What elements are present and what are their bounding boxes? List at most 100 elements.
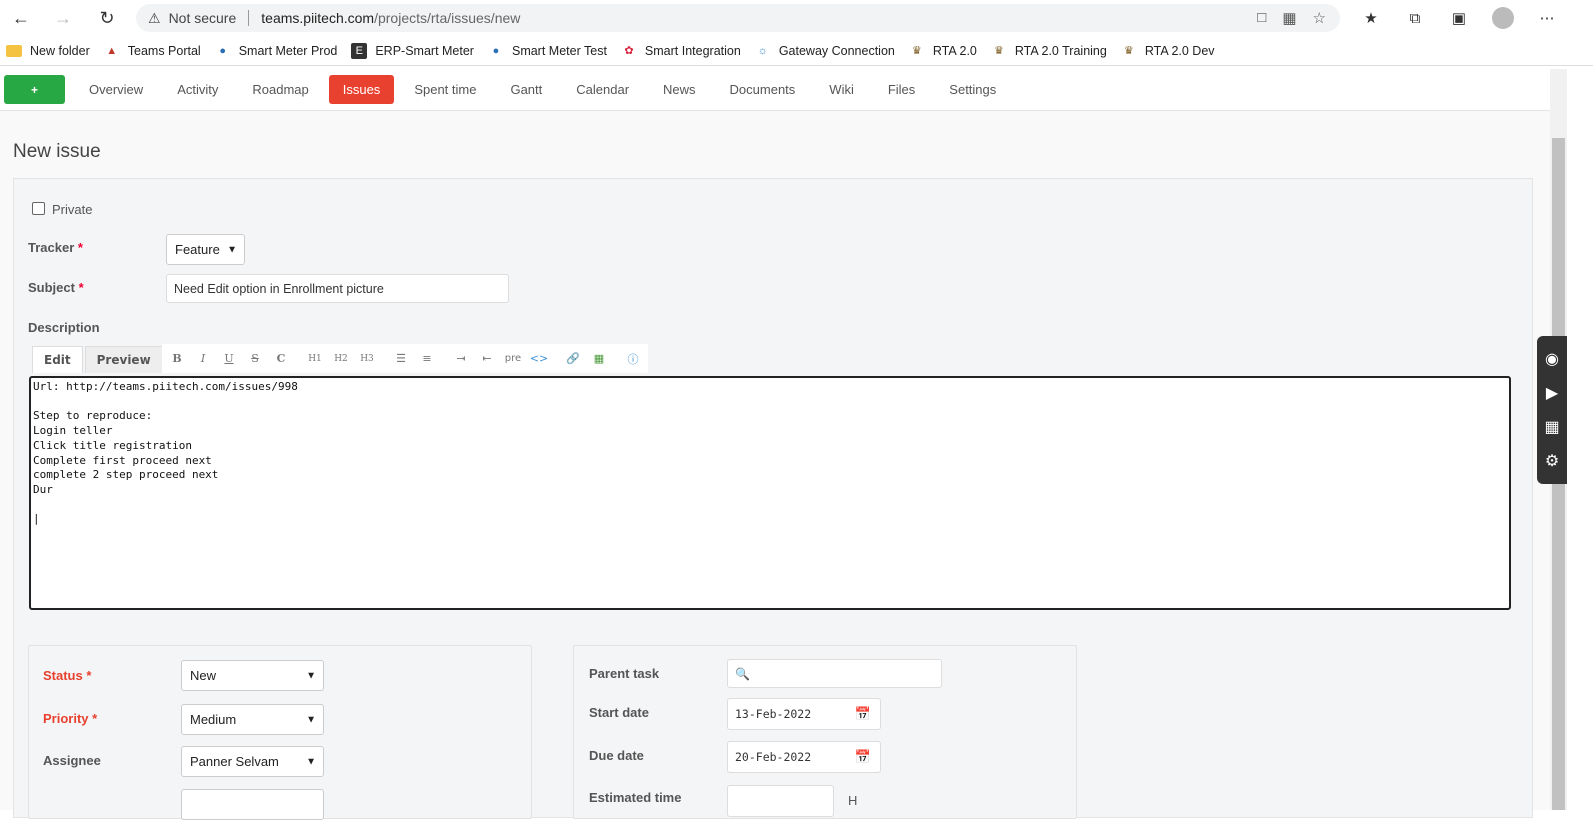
link-icon[interactable]: 🔗 bbox=[562, 348, 584, 370]
tracker-label: Tracker * bbox=[28, 240, 83, 255]
tab-activity[interactable]: Activity bbox=[163, 75, 232, 104]
private-label: Private bbox=[52, 202, 93, 217]
browser-address-bar: ← → ↻ ⚠ Not secure teams.piitech.com/pro… bbox=[0, 0, 1593, 36]
bold-icon[interactable]: B bbox=[166, 348, 188, 370]
status-select[interactable]: New ▼ bbox=[181, 660, 324, 691]
bookmark-rta-2-dev[interactable]: ♛ RTA 2.0 Dev bbox=[1121, 43, 1215, 59]
image-icon[interactable]: ▦ bbox=[588, 348, 610, 370]
start-date-label: Start date bbox=[589, 705, 649, 720]
start-date-input[interactable]: 13-Feb-2022 📅 bbox=[727, 698, 881, 730]
heading2-icon[interactable]: H2 bbox=[330, 348, 352, 370]
reload-icon[interactable]: ↻ bbox=[90, 3, 124, 33]
indent-icon[interactable]: ⇥ bbox=[450, 348, 472, 370]
tab-settings[interactable]: Settings bbox=[935, 75, 1010, 104]
chevron-down-icon: ▼ bbox=[227, 244, 237, 255]
bookmark-label: Smart Integration bbox=[644, 43, 741, 58]
heading3-icon[interactable]: H3 bbox=[356, 348, 378, 370]
code-block-icon[interactable]: <> bbox=[528, 348, 550, 370]
project-menu: + Overview Activity Roadmap Issues Spent… bbox=[0, 69, 1567, 111]
required-mark: * bbox=[78, 280, 84, 295]
numbered-list-icon[interactable]: ≡ bbox=[416, 348, 438, 370]
bookmark-label: RTA 2.0 bbox=[932, 43, 977, 58]
description-textarea[interactable]: Url: http://teams.piitech.com/issues/998… bbox=[29, 376, 1511, 610]
new-object-button[interactable]: + bbox=[4, 75, 65, 104]
bookmark-new-folder[interactable]: New folder bbox=[6, 44, 90, 58]
status-label: Status * bbox=[43, 668, 92, 683]
subject-input[interactable]: Need Edit option in Enrollment picture bbox=[166, 274, 509, 303]
tab-files[interactable]: Files bbox=[874, 75, 929, 104]
device-icon[interactable]: □ bbox=[1257, 9, 1266, 27]
screenshot-icon[interactable]: ▣ bbox=[1442, 4, 1476, 32]
help-icon[interactable]: ⓘ bbox=[622, 348, 644, 370]
underline-icon[interactable]: U bbox=[218, 348, 240, 370]
favorites-icon[interactable]: ★ bbox=[1354, 4, 1388, 32]
tab-edit[interactable]: Edit bbox=[32, 346, 83, 373]
url-field[interactable]: ⚠ Not secure teams.piitech.com/projects/… bbox=[136, 4, 1340, 32]
bulleted-list-icon[interactable]: ☰ bbox=[390, 348, 412, 370]
bookmark-erp-smart-meter[interactable]: E ERP-Smart Meter bbox=[351, 42, 474, 59]
estimated-time-label: Estimated time bbox=[589, 790, 682, 805]
tab-news[interactable]: News bbox=[649, 75, 710, 104]
collections-icon[interactable]: ⧉ bbox=[1398, 4, 1432, 32]
bookmark-smart-integration[interactable]: ✿ Smart Integration bbox=[621, 43, 741, 59]
add-favorite-icon[interactable]: ☆ bbox=[1313, 9, 1326, 27]
parent-task-label: Parent task bbox=[589, 666, 660, 681]
priority-select[interactable]: Medium ▼ bbox=[181, 704, 324, 735]
camera-icon[interactable]: ◉ bbox=[1545, 349, 1559, 369]
tab-issues[interactable]: Issues bbox=[328, 75, 395, 104]
calendar-icon[interactable]: 📅 bbox=[855, 750, 871, 765]
subject-label-text: Subject bbox=[28, 280, 75, 295]
bookmark-smart-meter-prod[interactable]: ● Smart Meter Prod bbox=[215, 43, 338, 59]
issue-form: Private Tracker * Feature ▼ Subject * Nee… bbox=[13, 178, 1533, 820]
tab-spent-time[interactable]: Spent time bbox=[400, 75, 490, 104]
apps-icon[interactable]: ▦ bbox=[1282, 9, 1296, 27]
attributes-right: Parent task 🔍 Start date 13-Feb-2022 📅 Du… bbox=[573, 645, 1077, 819]
bookmark-gateway-connection[interactable]: ☼ Gateway Connection bbox=[755, 43, 895, 59]
back-icon[interactable]: ← bbox=[4, 3, 38, 33]
bookmark-rta-2-training[interactable]: ♛ RTA 2.0 Training bbox=[991, 43, 1107, 59]
preformatted-icon[interactable]: pre bbox=[502, 348, 524, 370]
erp-icon: E bbox=[351, 42, 368, 59]
gear-icon[interactable]: ⚙ bbox=[1545, 451, 1559, 471]
calendar-icon[interactable]: 📅 bbox=[855, 707, 871, 722]
forward-icon[interactable]: → bbox=[46, 3, 80, 33]
bookmark-label: New folder bbox=[30, 43, 90, 58]
private-checkbox[interactable] bbox=[32, 202, 45, 215]
due-date-input[interactable]: 20-Feb-2022 📅 bbox=[727, 741, 881, 773]
tab-preview[interactable]: Preview bbox=[84, 346, 163, 373]
drop-icon: ● bbox=[492, 44, 500, 57]
tab-documents[interactable]: Documents bbox=[716, 75, 810, 104]
priority-value: Medium bbox=[190, 712, 237, 727]
bookmark-smart-meter-test[interactable]: ● Smart Meter Test bbox=[488, 43, 607, 59]
bookmark-teams-portal[interactable]: ▲ Teams Portal bbox=[104, 43, 200, 59]
estimated-time-input[interactable] bbox=[727, 785, 834, 817]
tab-gantt[interactable]: Gantt bbox=[496, 75, 556, 104]
tab-wiki[interactable]: Wiki bbox=[815, 75, 868, 104]
italic-icon[interactable]: I bbox=[192, 348, 214, 370]
heading1-icon[interactable]: H1 bbox=[304, 348, 326, 370]
bookmark-label: RTA 2.0 Training bbox=[1014, 43, 1107, 58]
teams-icon: ▲ bbox=[106, 44, 118, 57]
tab-overview[interactable]: Overview bbox=[75, 75, 157, 104]
outdent-icon[interactable]: ⇤ bbox=[476, 348, 498, 370]
attributes-left: Status * New ▼ Priority * Medium ▼ Assigne… bbox=[28, 645, 532, 820]
tab-calendar[interactable]: Calendar bbox=[562, 75, 643, 104]
strikethrough-icon[interactable]: S bbox=[244, 348, 266, 370]
gallery-icon[interactable]: ▦ bbox=[1544, 417, 1559, 437]
hours-label: H bbox=[848, 793, 858, 808]
video-icon[interactable]: ▶ bbox=[1546, 383, 1558, 403]
bookmark-rta-2[interactable]: ♛ RTA 2.0 bbox=[909, 43, 977, 59]
category-select[interactable] bbox=[181, 789, 324, 820]
bookmark-label: Smart Meter Prod bbox=[238, 43, 338, 58]
assignee-label: Assignee bbox=[43, 753, 101, 768]
code-inline-icon[interactable]: C bbox=[270, 348, 292, 370]
more-icon[interactable]: ⋯ bbox=[1530, 4, 1564, 32]
emblem-icon: ♛ bbox=[1123, 45, 1134, 57]
tracker-select[interactable]: Feature ▼ bbox=[166, 234, 245, 265]
warning-icon: ⚠ bbox=[148, 9, 161, 26]
assignee-select[interactable]: Panner Selvam ▼ bbox=[181, 746, 324, 777]
tab-roadmap[interactable]: Roadmap bbox=[238, 75, 322, 104]
profile-avatar[interactable] bbox=[1492, 7, 1514, 29]
url-separator bbox=[248, 10, 250, 26]
parent-task-input[interactable]: 🔍 bbox=[727, 659, 942, 688]
